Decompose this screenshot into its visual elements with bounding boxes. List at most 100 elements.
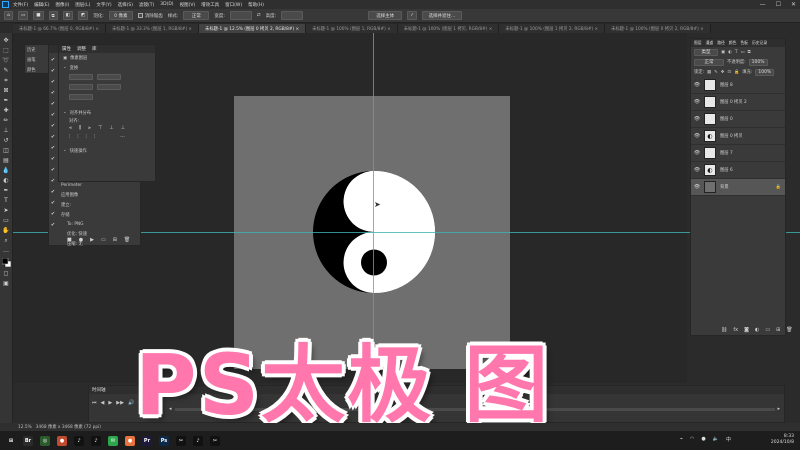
antialias-checkbox[interactable]: 消除锯齿 <box>137 13 163 19</box>
intersect-selection-icon[interactable]: ◩ <box>78 11 89 20</box>
taskbar-app-icon[interactable]: ♪ <box>91 435 101 446</box>
align-center-icon[interactable]: ⫼ <box>79 125 81 131</box>
healing-brush-icon[interactable]: ✚ <box>2 107 11 114</box>
record-icon[interactable]: ● <box>79 237 83 243</box>
shape-tool-icon[interactable]: ▭ <box>2 217 11 224</box>
opacity-input[interactable]: 100% <box>748 58 768 66</box>
menu-item-view[interactable]: 视图(V) <box>180 2 196 8</box>
align-middle-icon[interactable]: ⊥ <box>109 125 113 131</box>
check-icon[interactable]: ✔ <box>51 57 55 63</box>
dodge-tool-icon[interactable]: ◐ <box>2 177 11 184</box>
menu-item-filter[interactable]: 滤镜(T) <box>139 2 154 8</box>
lock-brush-icon[interactable]: ✎ <box>714 70 718 75</box>
visibility-eye-icon[interactable]: 👁 <box>694 116 700 122</box>
visibility-eye-icon[interactable]: 👁 <box>694 167 700 173</box>
wifi-icon[interactable]: ◠ <box>690 436 694 443</box>
volume-icon[interactable]: 🔈 <box>713 436 719 443</box>
eraser-tool-icon[interactable]: ◫ <box>2 147 11 154</box>
check-icon[interactable]: ✔ <box>51 145 55 151</box>
marquee-tool-icon[interactable]: ▭ <box>18 11 29 20</box>
align-top-icon[interactable]: ⊤ <box>98 125 102 131</box>
menu-item-help[interactable]: 帮助(H) <box>248 2 264 8</box>
taskbar-app-icon[interactable]: ♪ <box>74 435 84 446</box>
taskbar-app-icon[interactable]: ✂ <box>210 435 220 446</box>
crop-tool-icon[interactable]: ⌗ <box>2 77 11 84</box>
layer-row[interactable]: 👁 图层 8 <box>691 77 785 94</box>
blur-tool-icon[interactable]: 💧 <box>2 167 11 174</box>
document-tab[interactable]: 未标题-1 @ 100% (图层 1 拷贝, RGB/8#) × <box>397 24 500 33</box>
subtract-selection-icon[interactable]: ◧ <box>62 11 74 20</box>
filter-adjust-icon[interactable]: ◐ <box>728 50 732 55</box>
taskbar-app-icon[interactable]: Pr <box>142 435 152 446</box>
document-tab[interactable]: 未标题-1 @ 12.5% (图层 0 拷贝 2, RGB/8#) × <box>199 24 307 33</box>
home-icon[interactable]: ⌂ <box>4 11 13 20</box>
link-icon[interactable]: ⛓ <box>721 327 727 333</box>
wechat-tray-icon[interactable]: ● <box>701 436 705 443</box>
visibility-eye-icon[interactable]: 👁 <box>694 133 700 139</box>
panel-item-brush[interactable]: 画笔 <box>25 55 49 65</box>
close-icon[interactable]: ✕ <box>791 1 796 8</box>
stamp-tool-icon[interactable]: ⊥ <box>2 127 11 134</box>
taskbar-app-icon[interactable]: ◎ <box>40 435 50 446</box>
tab-history[interactable]: 历史记录 <box>752 40 767 46</box>
mask-icon[interactable]: ◙ <box>744 327 749 333</box>
visibility-eye-icon[interactable]: 👁 <box>694 150 700 156</box>
check-icon[interactable]: ✔ <box>51 112 55 118</box>
adjustment-icon[interactable]: ◐ <box>755 327 759 333</box>
layer-row[interactable]: 👁 背景 🔒 <box>691 179 785 196</box>
hand-tool-icon[interactable]: ✋ <box>2 227 11 234</box>
taskbar-app-icon[interactable]: Br <box>23 435 33 446</box>
history-item[interactable]: 应用图像 <box>61 192 87 198</box>
tab-properties[interactable]: 属性 <box>62 46 71 52</box>
new-selection-icon[interactable]: ■ <box>33 11 44 20</box>
network-icon[interactable]: ⌁ <box>680 436 683 443</box>
h-field[interactable] <box>97 74 121 80</box>
layer-filter-select[interactable]: 类型 <box>694 48 718 56</box>
marquee-tool-icon[interactable]: ⬚ <box>2 47 11 54</box>
align-left-icon[interactable]: ⫷ <box>69 125 72 131</box>
quick-select-tool-icon[interactable]: ✎ <box>2 67 11 74</box>
frame-tool-icon[interactable]: ⊠ <box>2 87 11 94</box>
document-tab[interactable]: 未标题-1 @ 100% (图层 0 拷贝 2, RGB/8#) × <box>605 24 711 33</box>
menu-item-plugins[interactable]: 增效工具 <box>201 2 219 8</box>
menu-item-window[interactable]: 窗口(W) <box>225 2 242 8</box>
taskbar-app-icon[interactable]: ✂ <box>176 435 186 446</box>
quick-actions-section[interactable]: ⌄ 快速操作 <box>59 146 155 155</box>
align-bottom-icon[interactable]: ⊥ <box>121 125 125 131</box>
filter-type-icon[interactable]: T <box>735 50 738 55</box>
layer-row[interactable]: 👁 图层 7 <box>691 145 785 162</box>
history-item[interactable]: Perimeter <box>61 183 87 188</box>
check-icon[interactable]: ✔ <box>51 101 55 107</box>
add-selection-icon[interactable]: ⧉ <box>48 11 58 20</box>
tab-color[interactable]: 颜色 <box>729 40 737 46</box>
distribute-icon[interactable]: ⫶ <box>77 134 78 140</box>
checkmark-icon[interactable]: ✓ <box>407 11 417 20</box>
filter-smart-icon[interactable]: ⧉ <box>748 50 751 55</box>
photoshop-app-icon[interactable] <box>2 1 9 8</box>
next-frame-icon[interactable]: ▶▶ <box>116 400 124 406</box>
document-tab[interactable]: 未标题-1 @ 100% (图层 1, RGB/8#) × <box>306 24 398 33</box>
check-icon[interactable]: ✔ <box>51 222 55 228</box>
more-tools-icon[interactable]: … <box>2 247 11 254</box>
tab-libraries[interactable]: 库 <box>92 46 97 52</box>
tab-channels[interactable]: 通道 <box>706 40 714 46</box>
trash-icon[interactable]: 🗑 <box>786 327 792 333</box>
select-subject-button[interactable]: 选择主体 <box>368 11 403 20</box>
tab-layers[interactable]: 图层 <box>694 40 702 46</box>
language-icon[interactable]: 中 <box>726 436 731 443</box>
select-and-mask-button[interactable]: 选择并遮住... <box>421 11 462 20</box>
maximize-icon[interactable]: ☐ <box>776 1 781 8</box>
align-right-icon[interactable]: ⫸ <box>88 125 91 131</box>
w-field[interactable] <box>69 74 93 80</box>
menu-item-image[interactable]: 图像(I) <box>55 2 69 8</box>
check-icon[interactable]: ✔ <box>51 178 55 184</box>
path-select-icon[interactable]: ➤ <box>2 207 11 214</box>
tab-paths[interactable]: 路径 <box>717 40 725 46</box>
play-icon[interactable]: ▶ <box>108 400 112 406</box>
check-icon[interactable]: ✔ <box>51 79 55 85</box>
quick-mask-icon[interactable]: ◻ <box>2 270 11 277</box>
lock-artboard-icon[interactable]: ⊡ <box>727 70 731 75</box>
color-swatches-icon[interactable] <box>1 257 11 267</box>
visibility-eye-icon[interactable]: 👁 <box>694 184 700 190</box>
system-clock[interactable]: 8:33 2024/10/8 <box>771 434 794 446</box>
